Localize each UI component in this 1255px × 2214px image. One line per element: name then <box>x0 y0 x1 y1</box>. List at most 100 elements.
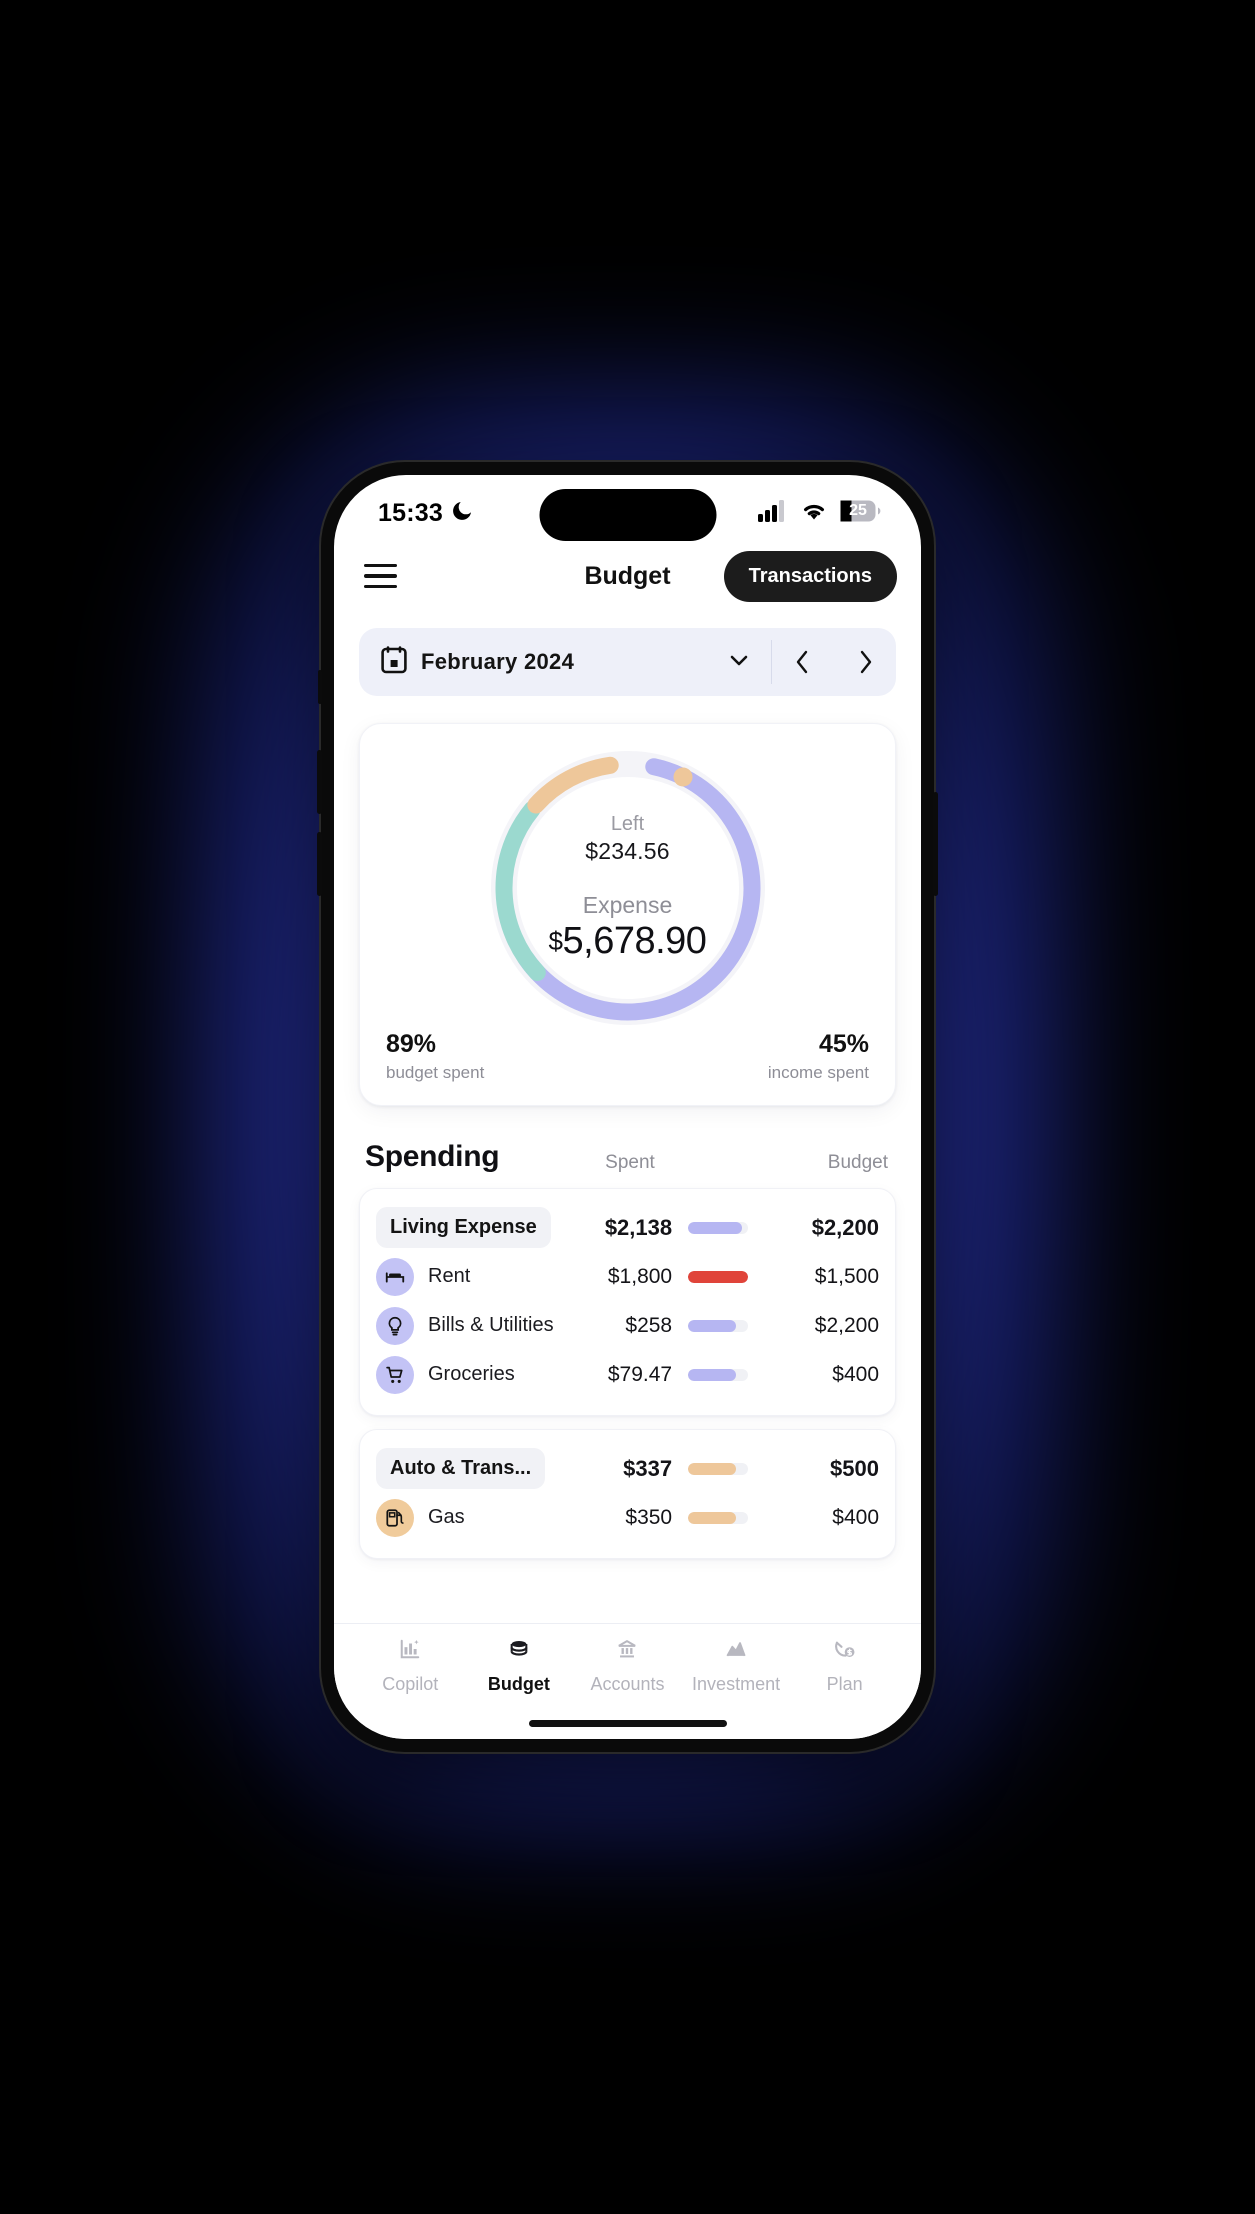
category-budget: $400 <box>832 1362 879 1386</box>
category-label: Rent <box>428 1265 471 1287</box>
category-row[interactable]: Rent $1,800 $1,500 <box>376 1252 879 1301</box>
category-row[interactable]: Gas $350 $400 <box>376 1493 879 1542</box>
cellular-signal-icon <box>758 499 788 527</box>
budget-column-header: Budget <box>827 1152 888 1173</box>
expense-amount: 5,678.90 <box>562 920 707 962</box>
volume-up-button[interactable] <box>317 750 322 814</box>
group-spent: $337 <box>623 1455 673 1481</box>
nav-label: Plan <box>826 1674 863 1694</box>
hamburger-menu-icon[interactable] <box>364 553 410 599</box>
category-budget: $2,200 <box>814 1313 879 1337</box>
spending-group-card: Living Expense $2,138 $2,200 Rent $1,800 $1,5… <box>359 1188 896 1416</box>
category-progress-fill <box>688 1368 737 1381</box>
next-month-button[interactable] <box>834 628 896 696</box>
budget-spent-pct: 89% <box>386 1030 437 1058</box>
date-selector: February 2024 <box>359 628 896 696</box>
budget-summary-card: Left $234.56 Expense $5,678.90 89% budge… <box>359 723 896 1106</box>
gas-pump-icon <box>376 1498 414 1537</box>
battery-icon: 25 <box>840 500 881 527</box>
group-progress-fill <box>688 1221 742 1234</box>
expense-donut-chart: Left $234.56 Expense $5,678.90 <box>386 742 869 1034</box>
transactions-button[interactable]: Transactions <box>723 550 897 602</box>
group-chip[interactable]: Auto & Trans... <box>376 1448 546 1489</box>
main-content: February 2024 Left $234.56 Expense $5,67… <box>334 615 921 1623</box>
income-spent-stat: 45% income spent <box>768 1030 869 1083</box>
category-budget: $1,500 <box>814 1264 879 1288</box>
nav-item-budget[interactable]: Budget <box>465 1638 574 1695</box>
wifi-icon <box>799 500 829 527</box>
category-label: Bills & Utilities <box>428 1314 554 1336</box>
group-progress-bar <box>688 1221 749 1234</box>
prev-month-button[interactable] <box>772 628 834 696</box>
nav-label: Investment <box>692 1674 781 1694</box>
budget-spent-stat: 89% budget spent <box>386 1030 484 1083</box>
coins-stack-icon <box>508 1638 530 1665</box>
nav-item-copilot[interactable]: Copilot <box>356 1638 465 1695</box>
month-picker[interactable]: February 2024 <box>359 628 771 696</box>
left-label: Left <box>610 813 645 835</box>
nav-item-accounts[interactable]: Accounts <box>573 1638 682 1695</box>
status-bar-left: 15:33 <box>378 499 474 528</box>
nav-item-investment[interactable]: Investment <box>682 1638 791 1695</box>
silent-switch[interactable] <box>318 670 322 704</box>
donut-stats: 89% budget spent 45% income spent <box>386 1030 869 1083</box>
bar-chart-sparkle-icon <box>399 1638 421 1665</box>
dynamic-island <box>539 489 716 541</box>
phone-screen: 15:33 25 Budget Transactions February 20… <box>334 475 921 1739</box>
category-name-wrap: Bills & Utilities <box>376 1306 572 1345</box>
category-progress-fill <box>688 1270 749 1283</box>
calendar-icon <box>381 645 407 679</box>
income-spent-pct: 45% <box>818 1030 869 1058</box>
piggy-dollar-icon <box>834 1638 856 1665</box>
category-progress-bar <box>688 1319 749 1332</box>
category-name-wrap: Groceries <box>376 1355 572 1394</box>
nav-label: Copilot <box>382 1674 439 1694</box>
category-spent: $1,800 <box>607 1264 673 1288</box>
group-chip[interactable]: Living Expense <box>376 1207 551 1248</box>
category-spent: $350 <box>625 1505 673 1529</box>
nav-label: Budget <box>487 1674 550 1694</box>
nav-label: Accounts <box>590 1674 665 1694</box>
category-row[interactable]: Bills & Utilities $258 $2,200 <box>376 1301 879 1350</box>
category-name-wrap: Gas <box>376 1498 572 1537</box>
group-progress-bar <box>688 1462 749 1475</box>
category-spent: $79.47 <box>607 1362 673 1386</box>
expense-label: Expense <box>582 892 673 918</box>
app-header: Budget Transactions <box>334 537 921 615</box>
group-progress-fill <box>688 1462 737 1475</box>
category-progress-fill <box>688 1511 737 1524</box>
selected-month-label: February 2024 <box>421 649 575 674</box>
category-progress-bar <box>688 1511 749 1524</box>
group-row[interactable]: Auto & Trans... $337 $500 <box>376 1444 879 1493</box>
category-progress-bar <box>688 1368 749 1381</box>
chevron-down-icon <box>727 648 751 677</box>
expense-currency: $ <box>548 926 563 956</box>
nav-item-plan[interactable]: Plan <box>790 1638 899 1695</box>
group-row[interactable]: Living Expense $2,138 $2,200 <box>376 1203 879 1252</box>
group-budget: $2,200 <box>811 1214 879 1240</box>
bank-icon <box>616 1638 638 1665</box>
status-clock: 15:33 <box>378 498 443 527</box>
spending-group-card: Auto & Trans... $337 $500 Gas $350 $400 <box>359 1429 896 1559</box>
category-row[interactable]: Groceries $79.47 $400 <box>376 1350 879 1399</box>
spending-groups: Living Expense $2,138 $2,200 Rent $1,800 $1,5… <box>359 1188 896 1559</box>
bed-icon <box>376 1257 414 1296</box>
lightbulb-icon <box>376 1306 414 1345</box>
phone-device: 15:33 25 Budget Transactions February 20… <box>317 462 938 1752</box>
group-spent: $2,138 <box>604 1214 673 1240</box>
category-spent: $258 <box>625 1313 673 1337</box>
power-button[interactable] <box>933 792 938 896</box>
category-label: Gas <box>428 1506 465 1528</box>
crescent-moon-icon <box>450 499 474 528</box>
category-progress-bar <box>688 1270 749 1283</box>
spending-title: Spending <box>365 1140 500 1173</box>
volume-down-button[interactable] <box>317 832 322 896</box>
shopping-cart-icon <box>376 1355 414 1394</box>
group-name-wrap: Auto & Trans... <box>376 1448 572 1489</box>
home-indicator[interactable] <box>528 1720 727 1727</box>
category-name-wrap: Rent <box>376 1257 572 1296</box>
trend-chart-icon <box>725 1638 747 1665</box>
donut-center-labels: Left $234.56 Expense $5,678.90 <box>508 813 748 963</box>
category-progress-fill <box>688 1319 737 1332</box>
group-name-wrap: Living Expense <box>376 1207 572 1248</box>
